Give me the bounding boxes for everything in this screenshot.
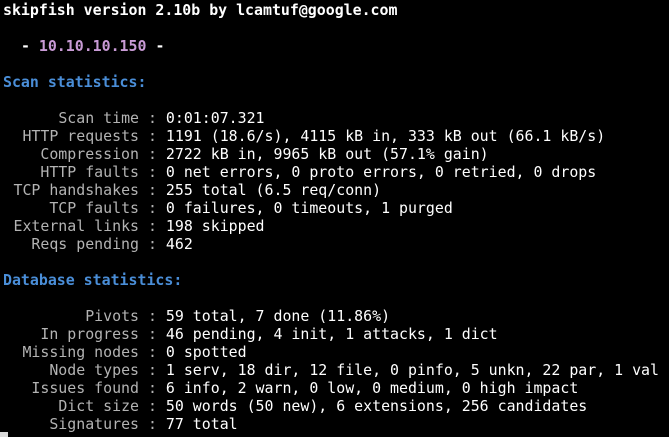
stat-value: 1 serv, 18 dir, 12 file, 0 pinfo, 5 unkn… bbox=[165, 361, 659, 379]
db-stats-title: Database statistics: bbox=[3, 271, 183, 289]
stat-row-tcp-handshakes: TCP handshakes : 255 total (6.5 req/conn… bbox=[3, 181, 381, 199]
stat-value: 0 spotted bbox=[165, 343, 247, 361]
stat-separator: : bbox=[147, 307, 157, 325]
stat-row-reqs-pending: Reqs pending : 462 bbox=[3, 235, 193, 253]
stat-label: Issues found bbox=[31, 379, 139, 397]
stat-row-http-faults: HTTP faults : 0 net errors, 0 proto erro… bbox=[3, 163, 596, 181]
stat-value: 462 bbox=[165, 235, 193, 253]
stat-value: 6 info, 2 warn, 0 low, 0 medium, 0 high … bbox=[165, 379, 579, 397]
stat-value: 46 pending, 4 init, 1 attacks, 1 dict bbox=[165, 325, 498, 343]
stat-value: 1191 (18.6/s), 4115 kB in, 333 kB out (6… bbox=[165, 127, 606, 145]
stat-row-tcp-faults: TCP faults : 0 failures, 0 timeouts, 1 p… bbox=[3, 199, 453, 217]
stat-separator: : bbox=[147, 415, 157, 433]
stat-row-http-requests: HTTP requests : 1191 (18.6/s), 4115 kB i… bbox=[3, 127, 605, 145]
stat-label: HTTP faults bbox=[40, 163, 139, 181]
stat-label: TCP faults bbox=[49, 199, 139, 217]
stat-label: Dict size bbox=[58, 397, 139, 415]
banner: skipfish version 2.10b by lcamtuf@google… bbox=[3, 1, 398, 19]
stat-value: 0 failures, 0 timeouts, 1 purged bbox=[165, 199, 453, 217]
terminal-window[interactable]: skipfish version 2.10b by lcamtuf@google… bbox=[0, 0, 669, 437]
stat-label: External links bbox=[13, 217, 139, 235]
stat-separator: : bbox=[147, 325, 157, 343]
stat-separator: : bbox=[147, 397, 157, 415]
stat-value: 59 total, 7 done (11.86%) bbox=[165, 307, 391, 325]
db-row-missing-nodes: Missing nodes : 0 spotted bbox=[3, 343, 247, 361]
stat-value: 77 total bbox=[165, 415, 238, 433]
stat-value: 255 total (6.5 req/conn) bbox=[165, 181, 382, 199]
stat-separator: : bbox=[147, 109, 157, 127]
stat-separator: : bbox=[147, 217, 157, 235]
db-row-signatures: Signatures : 77 total bbox=[3, 415, 238, 433]
target-dash-left: - bbox=[20, 37, 30, 55]
stat-row-compression: Compression : 2722 kB in, 9965 kB out (5… bbox=[3, 145, 489, 163]
stat-label: Signatures bbox=[49, 415, 139, 433]
db-row-node-types: Node types : 1 serv, 18 dir, 12 file, 0 … bbox=[3, 361, 659, 379]
stat-label: Pivots bbox=[85, 307, 139, 325]
target-address: 10.10.10.150 bbox=[38, 37, 147, 55]
stat-separator: : bbox=[147, 343, 157, 361]
stat-row-external-links: External links : 198 skipped bbox=[3, 217, 265, 235]
stat-label: TCP handshakes bbox=[13, 181, 139, 199]
stat-separator: : bbox=[147, 199, 157, 217]
stat-separator: : bbox=[147, 127, 157, 145]
db-row-in-progress: In progress : 46 pending, 4 init, 1 atta… bbox=[3, 325, 498, 343]
db-row-dict-size: Dict size : 50 words (50 new), 6 extensi… bbox=[3, 397, 587, 415]
stat-value: 50 words (50 new), 6 extensions, 256 can… bbox=[165, 397, 588, 415]
stat-separator: : bbox=[147, 163, 157, 181]
stat-value: 2722 kB in, 9965 kB out (57.1% gain) bbox=[165, 145, 489, 163]
db-row-pivots: Pivots : 59 total, 7 done (11.86%) bbox=[3, 307, 390, 325]
target-line: - 10.10.10.150 - bbox=[3, 37, 164, 55]
stat-label: Reqs pending bbox=[31, 235, 139, 253]
stat-separator: : bbox=[147, 361, 157, 379]
stat-label: Scan time bbox=[58, 109, 139, 127]
stat-separator: : bbox=[147, 379, 157, 397]
stat-label: Node types bbox=[49, 361, 139, 379]
stat-separator: : bbox=[147, 235, 157, 253]
db-row-issues-found: Issues found : 6 info, 2 warn, 0 low, 0 … bbox=[3, 379, 578, 397]
target-dash-right: - bbox=[155, 37, 165, 55]
stat-row-scan-time: Scan time : 0:01:07.321 bbox=[3, 109, 265, 127]
stat-separator: : bbox=[147, 181, 157, 199]
terminal-cursor bbox=[0, 432, 8, 437]
stat-label: In progress bbox=[40, 325, 139, 343]
stat-label: Missing nodes bbox=[22, 343, 139, 361]
stat-value: 0 net errors, 0 proto errors, 0 retried,… bbox=[165, 163, 597, 181]
stat-label: Compression bbox=[40, 145, 139, 163]
stat-label: HTTP requests bbox=[22, 127, 139, 145]
stat-separator: : bbox=[147, 145, 157, 163]
stat-value: 198 skipped bbox=[165, 217, 265, 235]
stat-value: 0:01:07.321 bbox=[165, 109, 265, 127]
scan-stats-title: Scan statistics: bbox=[3, 73, 147, 91]
